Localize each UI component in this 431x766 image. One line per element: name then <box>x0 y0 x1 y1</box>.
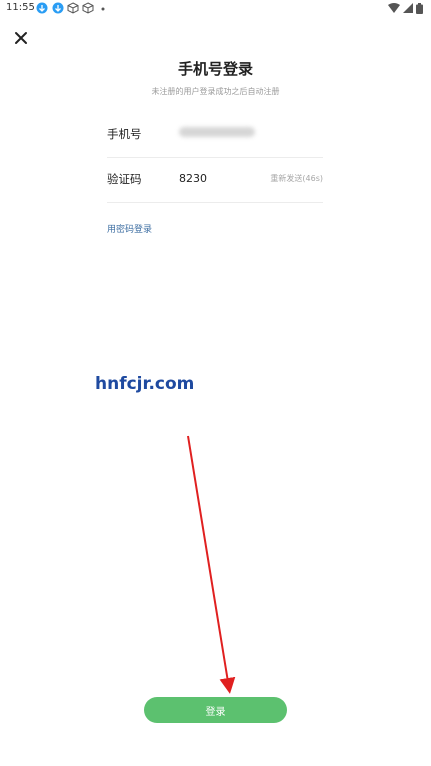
download-icon <box>52 2 64 14</box>
code-label: 验证码 <box>107 172 142 186</box>
notification-app-icon <box>36 2 48 14</box>
phone-field[interactable] <box>179 127 255 137</box>
cube-outline-icon <box>82 2 94 14</box>
watermark: hnfcjr.com <box>95 374 195 394</box>
cube-icon <box>67 2 79 14</box>
wifi-icon <box>388 3 400 13</box>
page-title: 手机号登录 <box>177 60 253 78</box>
password-login-link[interactable]: 用密码登录 <box>107 222 152 235</box>
signal-icon <box>403 3 413 13</box>
login-screen: 11:55 手机号登录 未注册的用户登录成功之后自动注册 手机号 验证码 823… <box>0 0 431 766</box>
login-button[interactable]: 登录 <box>144 697 287 723</box>
phone-row: 手机号 <box>107 108 323 158</box>
code-row: 验证码 重新发送(46s) <box>107 153 323 203</box>
status-bar: 11:55 <box>0 0 431 18</box>
resend-button[interactable]: 重新发送(46s) <box>270 173 323 184</box>
battery-icon <box>416 2 423 14</box>
code-input[interactable] <box>179 170 259 186</box>
phone-label: 手机号 <box>107 127 142 141</box>
status-icons <box>388 2 423 14</box>
page-subtitle: 未注册的用户登录成功之后自动注册 <box>151 87 280 96</box>
status-time: 11:55 <box>6 2 35 13</box>
dot-icon <box>101 7 105 11</box>
close-icon[interactable] <box>11 28 31 48</box>
